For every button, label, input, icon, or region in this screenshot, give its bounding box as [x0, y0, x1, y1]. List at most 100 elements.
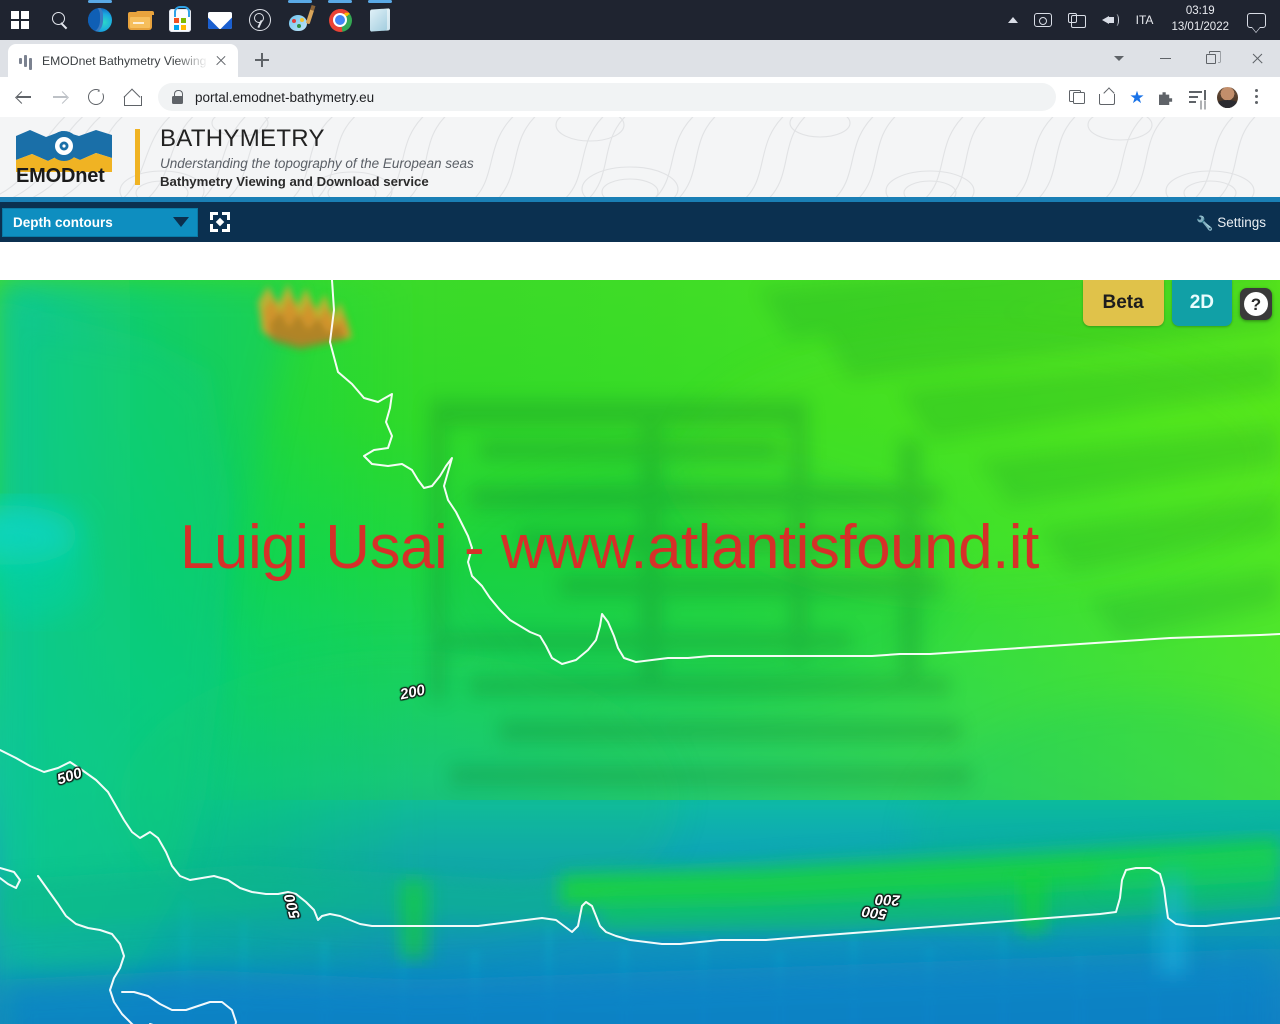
browser-tab-active[interactable]: EMODnet Bathymetry Viewing an: [8, 44, 238, 77]
bathymetry-map[interactable]: 200 200 500 500 500 1000 Luigi Usai - ww…: [0, 280, 1280, 1024]
camera-icon: [1033, 13, 1052, 27]
lock-icon: [172, 90, 183, 104]
chevron-down-icon: [173, 217, 189, 227]
depth-label: 500: [860, 902, 889, 923]
taskbar-app-obs[interactable]: [240, 0, 280, 40]
taskbar-app-edge[interactable]: [80, 0, 120, 40]
map-controls: Beta 2D ?: [1082, 280, 1272, 326]
settings-label: Settings: [1217, 214, 1266, 230]
clock[interactable]: 03:19 13/01/2022: [1161, 0, 1239, 40]
maximize-button[interactable]: [1188, 43, 1234, 75]
layer-select-dropdown[interactable]: Depth contours: [2, 207, 198, 237]
star-icon: ★: [1129, 87, 1145, 107]
beta-badge[interactable]: Beta: [1082, 280, 1164, 326]
taskbar-app-sticky-notes[interactable]: [360, 0, 400, 40]
speaker-icon: [1101, 13, 1120, 27]
question-mark-icon: ?: [1244, 292, 1268, 316]
omnibox-actions: ★: [1062, 82, 1272, 112]
bookmark-button[interactable]: ★: [1122, 82, 1152, 112]
three-dots-icon: [1255, 89, 1259, 105]
home-button[interactable]: [116, 81, 148, 113]
profile-button[interactable]: [1212, 82, 1242, 112]
layer-select-value: Depth contours: [13, 214, 113, 230]
omnibox-toolbar: portal.emodnet-bathymetry.eu ★: [0, 77, 1280, 117]
chrome-icon: [328, 8, 352, 32]
clock-time: 03:19: [1185, 5, 1215, 18]
folder-icon: [128, 10, 154, 30]
share-button[interactable]: [1092, 82, 1122, 112]
emodnet-logo-mark: EMODnet: [12, 126, 117, 188]
extensions-button[interactable]: [1152, 82, 1182, 112]
chevron-down-icon: [1114, 56, 1124, 61]
map-toolbar: Depth contours 🔧 Settings: [0, 202, 1280, 242]
taskbar-app-microsoft-store[interactable]: [160, 0, 200, 40]
emodnet-logo-text: EMODnet: [16, 165, 105, 187]
taskbar-app-mail[interactable]: [200, 0, 240, 40]
translate-icon: [1069, 90, 1085, 104]
header-titles: BATHYMETRY Understanding the topography …: [160, 125, 474, 190]
taskbar-app-list: [0, 0, 400, 40]
depth-contour-lines: [0, 280, 1280, 1024]
avatar-icon: [1216, 86, 1238, 108]
windows-logo-icon: [11, 11, 29, 29]
help-button[interactable]: ?: [1240, 288, 1272, 320]
new-tab-button[interactable]: [248, 46, 276, 74]
notifications-button[interactable]: [1239, 0, 1274, 40]
chrome-menu-button[interactable]: [1242, 82, 1272, 112]
tab-title: EMODnet Bathymetry Viewing an: [42, 53, 212, 68]
maximize-icon: [1206, 53, 1216, 64]
chevron-up-icon: [1007, 17, 1018, 23]
forward-button[interactable]: [44, 81, 76, 113]
media-control-button[interactable]: [1182, 82, 1212, 112]
chat-bubble-icon: [1247, 12, 1266, 28]
tab-strip: EMODnet Bathymetry Viewing an: [0, 40, 1280, 77]
screen: ITA 03:19 13/01/2022 EMODnet Bathymetry …: [0, 0, 1280, 1024]
tray-overflow-button[interactable]: [1000, 0, 1026, 40]
header-divider: [135, 129, 140, 185]
tab-search-button[interactable]: [1096, 43, 1142, 75]
tray-network-button[interactable]: [1060, 0, 1094, 40]
minimize-button[interactable]: [1142, 43, 1188, 75]
puzzle-icon: [1159, 92, 1173, 105]
expand-arrows-icon[interactable]: [210, 212, 230, 232]
obs-icon: [249, 9, 271, 31]
page-tagline: Understanding the topography of the Euro…: [160, 156, 474, 172]
share-icon: [1099, 90, 1115, 105]
close-window-button[interactable]: [1234, 43, 1280, 75]
tray-volume-button[interactable]: [1094, 0, 1128, 40]
back-button[interactable]: [8, 81, 40, 113]
tray-language-indicator[interactable]: ITA: [1128, 0, 1162, 40]
note-icon: [370, 8, 390, 32]
window-controls: [1096, 40, 1280, 77]
tray-camera-button[interactable]: [1026, 0, 1060, 40]
clock-date: 13/01/2022: [1171, 21, 1229, 33]
close-icon[interactable]: [212, 52, 230, 70]
network-icon: [1067, 12, 1086, 28]
taskbar-app-paint[interactable]: [280, 0, 320, 40]
address-bar[interactable]: portal.emodnet-bathymetry.eu: [158, 83, 1056, 111]
page-subtitle: Bathymetry Viewing and Download service: [160, 174, 429, 190]
translate-button[interactable]: [1062, 82, 1092, 112]
url-text: portal.emodnet-bathymetry.eu: [195, 89, 375, 105]
page-title: BATHYMETRY: [160, 124, 325, 152]
start-button[interactable]: [0, 0, 40, 40]
arrow-left-icon: [16, 89, 32, 105]
reload-button[interactable]: [80, 81, 112, 113]
settings-button[interactable]: 🔧 Settings: [1196, 214, 1266, 231]
chrome-browser-window: EMODnet Bathymetry Viewing an portal.emo…: [0, 40, 1280, 1024]
minimize-icon: [1159, 57, 1171, 60]
edge-icon: [88, 8, 112, 32]
windows-taskbar: ITA 03:19 13/01/2022: [0, 0, 1280, 40]
search-button[interactable]: [40, 0, 80, 40]
bathymetry-favicon: [18, 53, 34, 69]
system-tray: ITA 03:19 13/01/2022: [1000, 0, 1280, 40]
taskbar-app-chrome[interactable]: [320, 0, 360, 40]
dimension-toggle-button[interactable]: 2D: [1171, 280, 1232, 326]
home-icon: [124, 90, 142, 106]
wrench-icon: 🔧: [1196, 214, 1214, 231]
emodnet-logo[interactable]: EMODnet: [0, 126, 117, 188]
paint-icon: [288, 8, 314, 31]
mail-icon: [208, 11, 232, 29]
site-header: EMODnet BATHYMETRY Understanding the top…: [0, 117, 1280, 197]
taskbar-app-file-explorer[interactable]: [120, 0, 160, 40]
